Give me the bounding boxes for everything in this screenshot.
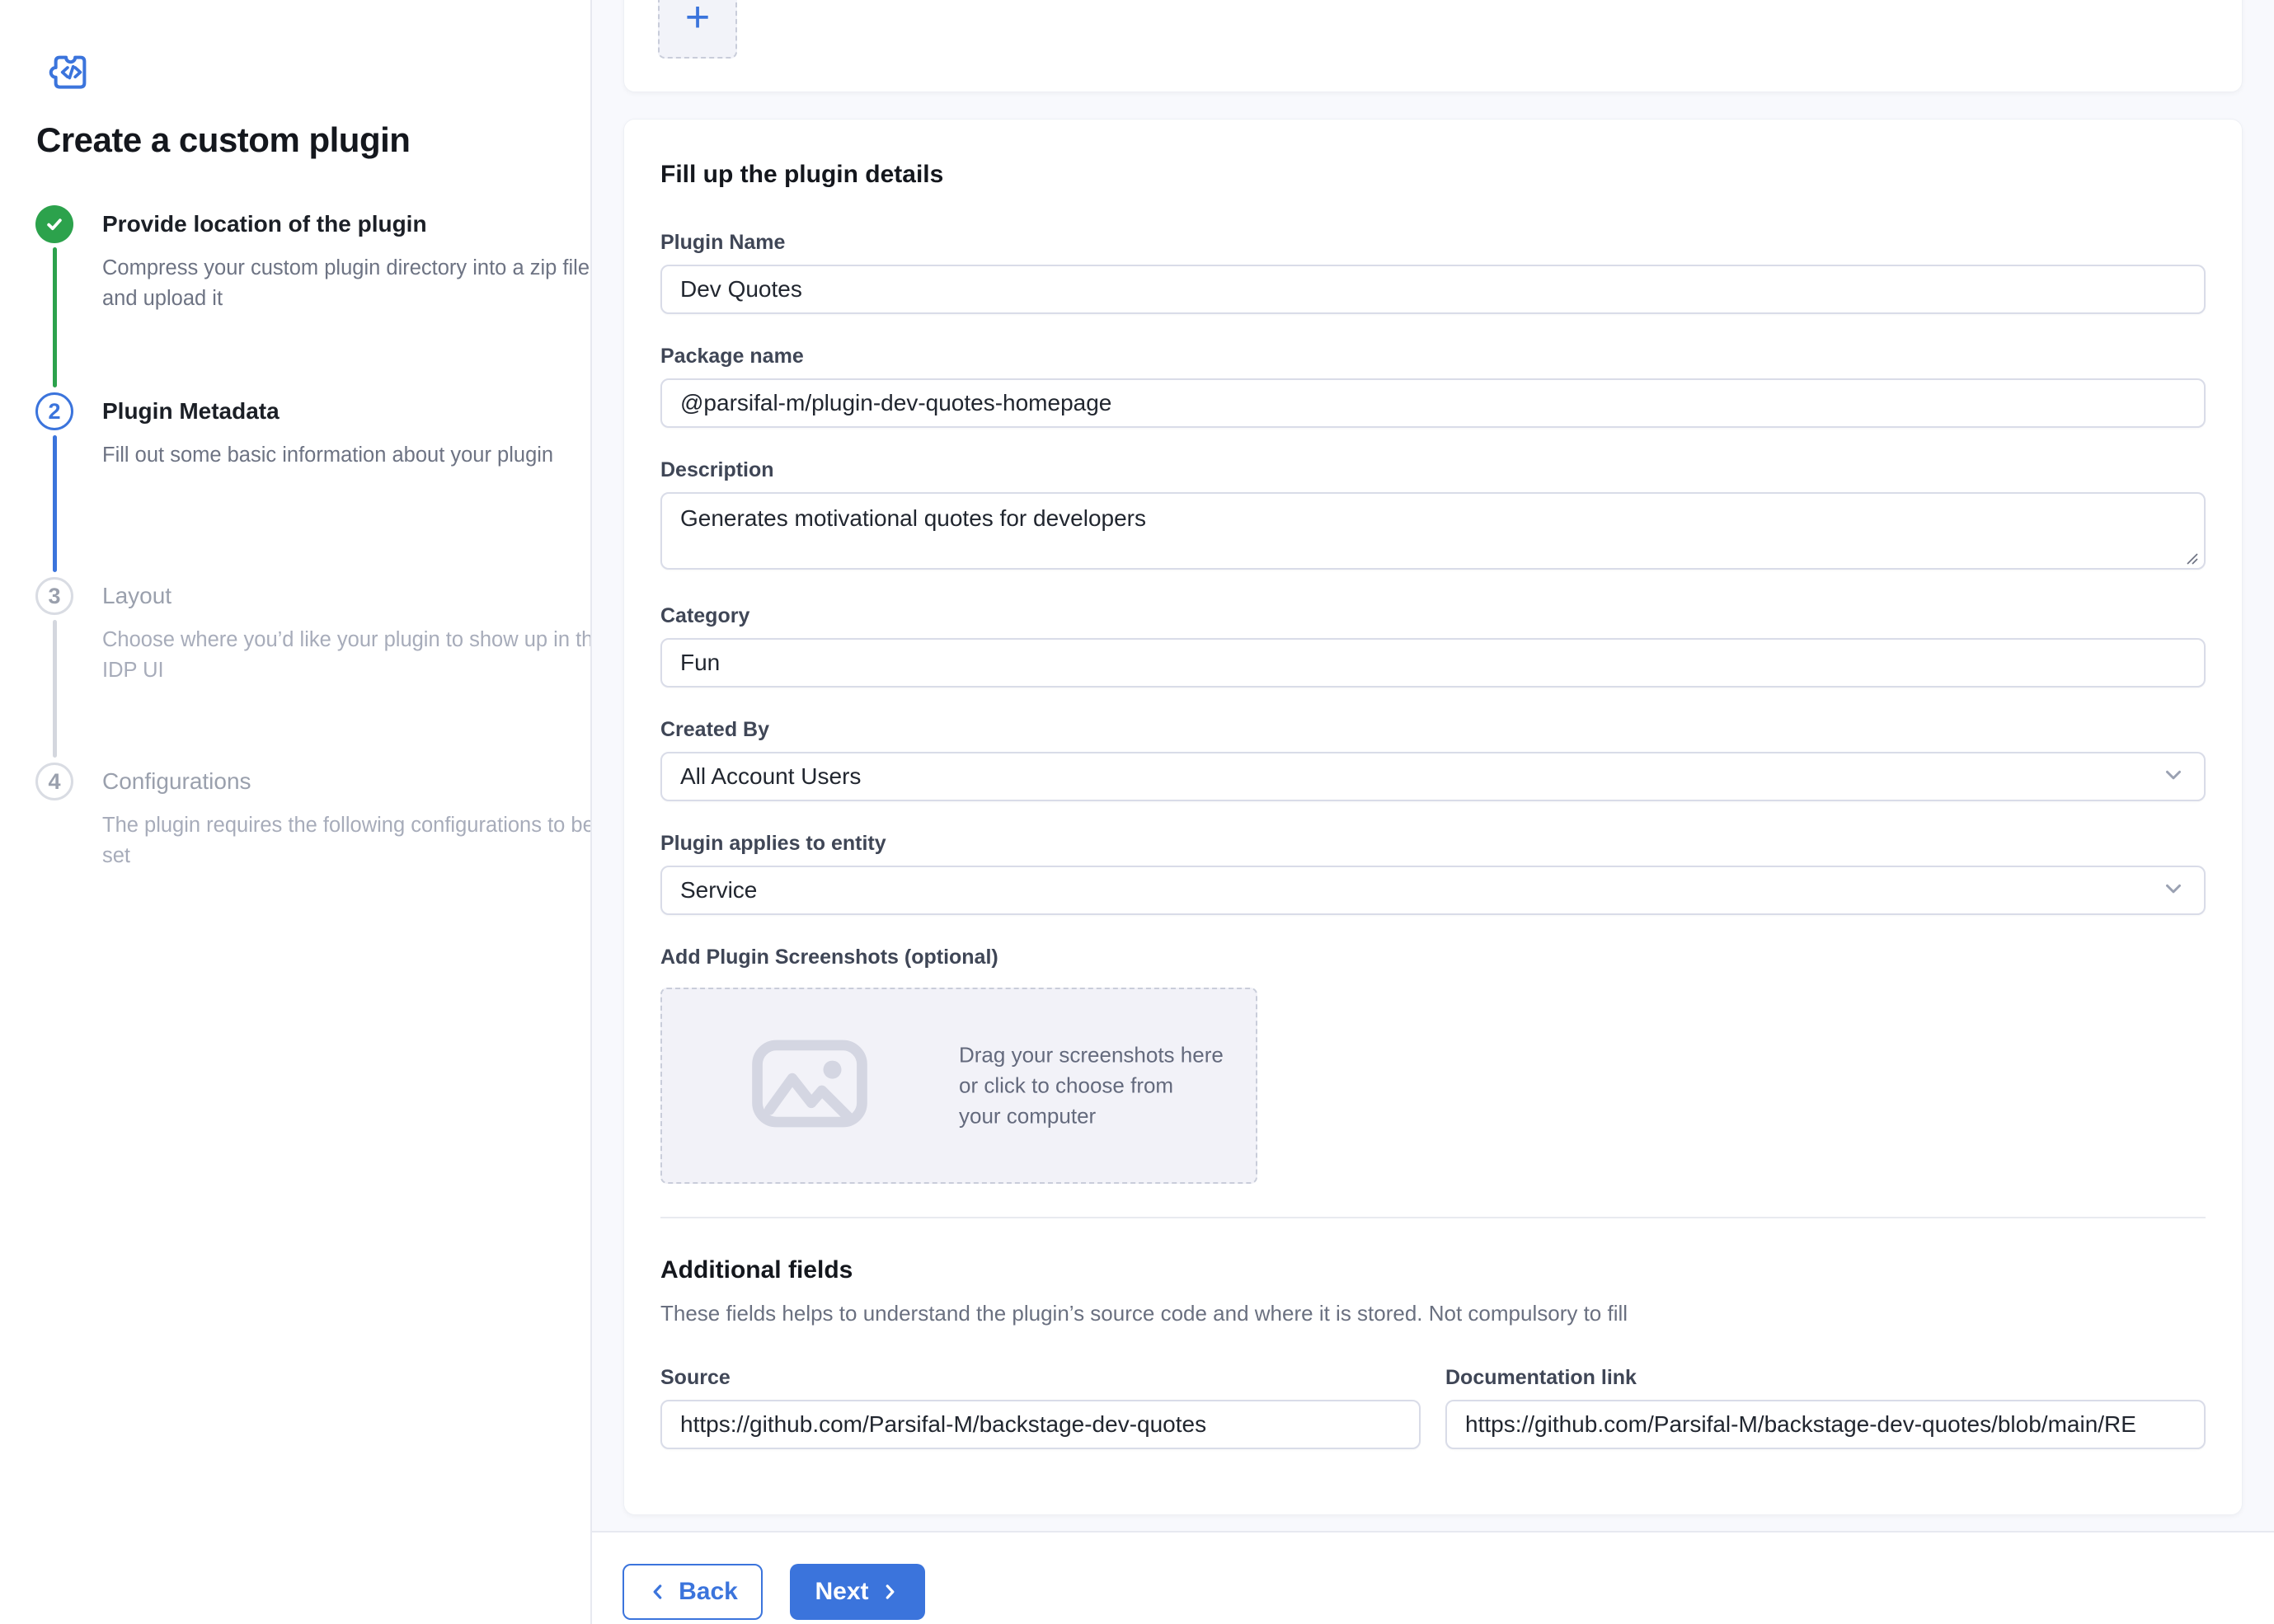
page-title: Create a custom plugin: [36, 120, 410, 160]
step-connector-upcoming: [53, 620, 57, 758]
next-button[interactable]: Next: [790, 1564, 925, 1620]
package-name-label: Package name: [660, 344, 2206, 368]
dropzone-line: or click to choose from: [959, 1071, 1224, 1101]
entity-value: Service: [680, 877, 757, 904]
create-custom-plugin-page: Create a custom plugin Provide location …: [0, 0, 2274, 1624]
step-connector-complete: [53, 247, 57, 387]
created-by-value: All Account Users: [680, 763, 861, 790]
step-4-title: Configurations: [102, 767, 613, 796]
back-button[interactable]: Back: [623, 1564, 763, 1620]
step-3-description: Choose where you’d like your plugin to s…: [102, 625, 613, 686]
step-4: Configurations The plugin requires the f…: [102, 767, 613, 871]
step-1-title: Provide location of the plugin: [102, 210, 613, 238]
uploads-card: +: [623, 0, 2243, 92]
plus-icon: +: [685, 0, 710, 39]
chevron-left-icon: [647, 1581, 669, 1603]
package-name-input[interactable]: [660, 378, 2206, 428]
step-2: Plugin Metadata Fill out some basic info…: [102, 397, 613, 471]
add-screenshot-tile[interactable]: +: [658, 0, 737, 59]
step-3: Layout Choose where you’d like your plug…: [102, 582, 613, 686]
chevron-down-icon: [2161, 763, 2186, 791]
category-label: Category: [660, 603, 2206, 628]
step-3-title: Layout: [102, 582, 613, 610]
step-4-number: 4: [48, 769, 60, 795]
screenshots-dropzone[interactable]: Drag your screenshots here or click to c…: [660, 988, 1257, 1184]
dropzone-instructions: Drag your screenshots here or click to c…: [959, 1040, 1224, 1132]
additional-fields-row: Source Documentation link: [660, 1365, 2206, 1449]
back-button-label: Back: [679, 1578, 738, 1606]
resize-handle-icon[interactable]: [2184, 551, 2199, 566]
step-4-indicator: 4: [35, 763, 73, 800]
plugin-details-card: Fill up the plugin details Plugin Name P…: [623, 119, 2243, 1515]
source-label: Source: [660, 1365, 1421, 1390]
description-label: Description: [660, 458, 2206, 482]
dropzone-line: Drag your screenshots here: [959, 1040, 1224, 1071]
image-icon: [748, 1039, 872, 1134]
chevron-right-icon: [879, 1581, 900, 1603]
step-connector-active: [53, 435, 57, 572]
documentation-input[interactable]: [1445, 1400, 2206, 1449]
source-field: Source: [660, 1365, 1421, 1449]
source-input[interactable]: [660, 1400, 1421, 1449]
footer-divider: [592, 1531, 2274, 1532]
step-2-title: Plugin Metadata: [102, 397, 613, 425]
category-input[interactable]: [660, 638, 2206, 688]
plugin-name-input[interactable]: [660, 265, 2206, 314]
chevron-down-icon: [2161, 876, 2186, 905]
step-1-description: Compress your custom plugin directory in…: [102, 253, 613, 314]
step-2-number: 2: [48, 399, 60, 425]
description-field: Generates motivational quotes for develo…: [660, 492, 2206, 574]
created-by-select[interactable]: All Account Users: [660, 752, 2206, 801]
next-button-label: Next: [815, 1578, 868, 1606]
step-2-description: Fill out some basic information about yo…: [102, 440, 613, 471]
form-heading: Fill up the plugin details: [660, 161, 2206, 189]
entity-select[interactable]: Service: [660, 866, 2206, 915]
check-icon: [42, 212, 67, 237]
step-3-number: 3: [48, 584, 60, 609]
documentation-label: Documentation link: [1445, 1365, 2206, 1390]
step-4-description: The plugin requires the following config…: [102, 810, 613, 871]
step-1-indicator: [35, 205, 73, 243]
dropzone-line: your computer: [959, 1101, 1224, 1132]
wizard-sidebar: Create a custom plugin Provide location …: [0, 0, 590, 1624]
step-3-indicator: 3: [35, 577, 73, 615]
additional-fields-heading: Additional fields: [660, 1256, 2206, 1284]
plugin-name-label: Plugin Name: [660, 230, 2206, 255]
plugin-code-icon: [44, 46, 96, 97]
section-divider: [660, 1217, 2206, 1218]
documentation-field: Documentation link: [1445, 1365, 2206, 1449]
additional-fields-subtext: These fields helps to understand the plu…: [660, 1301, 2206, 1326]
screenshots-label: Add Plugin Screenshots (optional): [660, 945, 2206, 969]
created-by-label: Created By: [660, 717, 2206, 742]
entity-label: Plugin applies to entity: [660, 831, 2206, 856]
step-2-indicator: 2: [35, 392, 73, 430]
description-textarea[interactable]: Generates motivational quotes for develo…: [660, 492, 2206, 570]
step-1: Provide location of the plugin Compress …: [102, 210, 613, 314]
